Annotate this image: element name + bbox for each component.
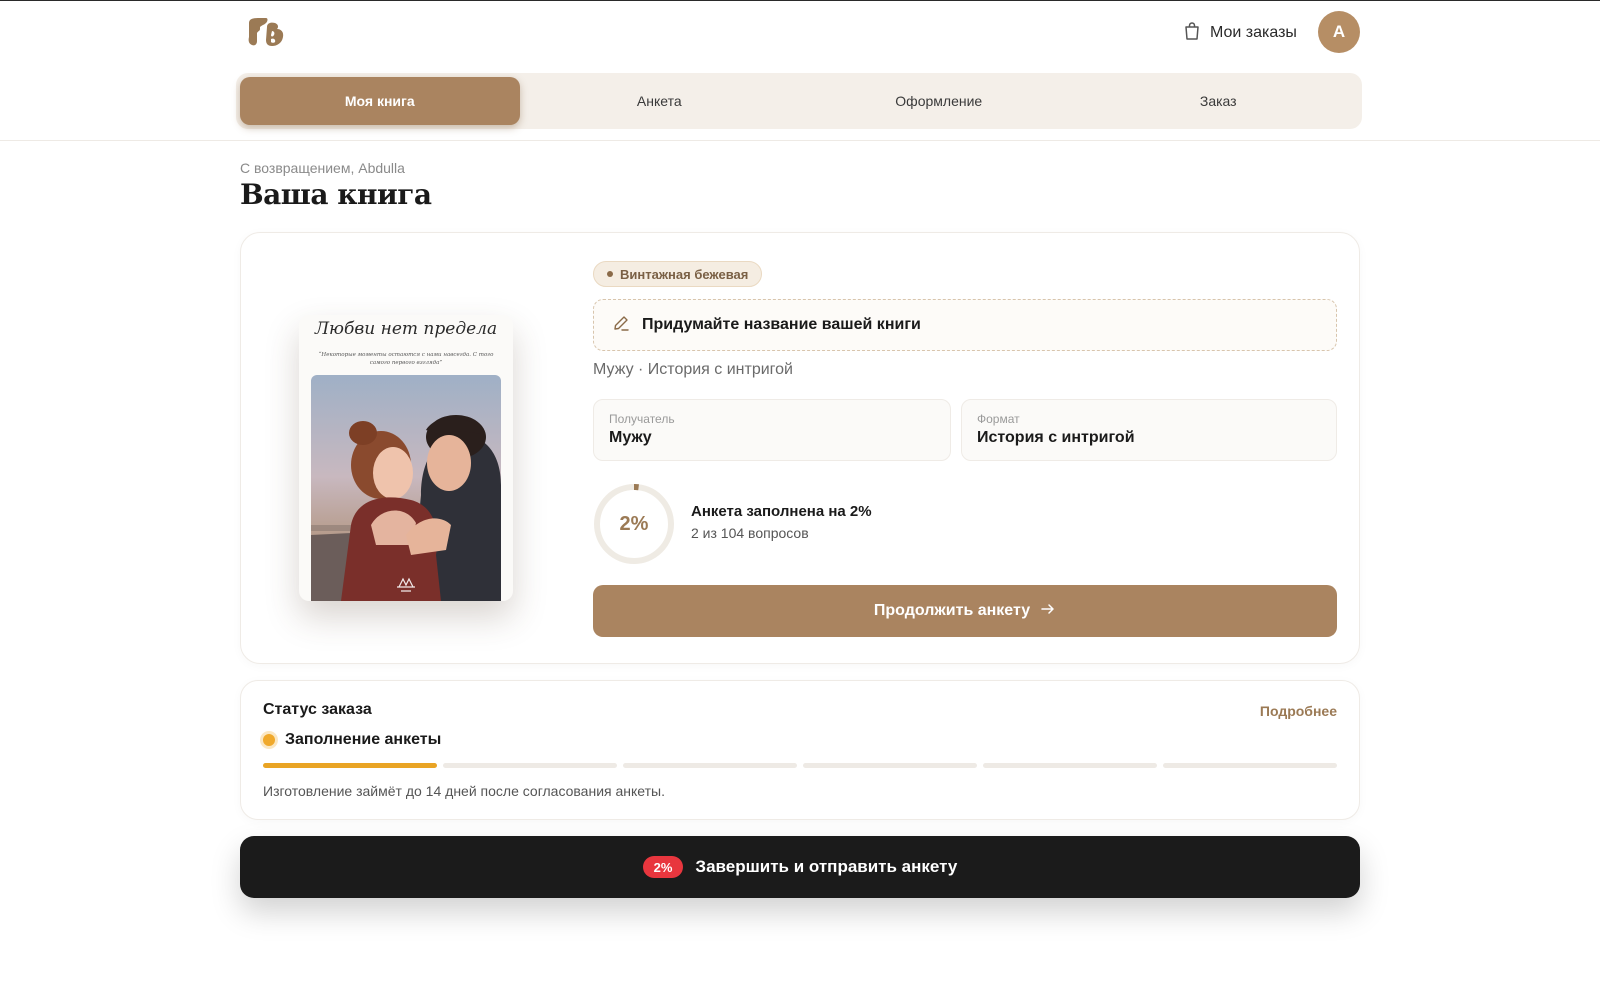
submit-questionnaire-button[interactable]: 2% Завершить и отправить анкету bbox=[240, 836, 1360, 898]
order-status-title: Статус заказа bbox=[263, 701, 372, 718]
recipient-value: Мужу bbox=[609, 429, 652, 446]
order-status-card: Статус заказа Подробнее Заполнение анкет… bbox=[240, 680, 1360, 820]
progress-ring: 2% bbox=[593, 483, 675, 565]
cover-title: Любви нет предела bbox=[314, 319, 498, 339]
greeting-text: С возвращением, Abdulla bbox=[240, 160, 405, 176]
order-progress-steps bbox=[263, 763, 1337, 768]
style-badge-label: Винтажная бежевая bbox=[620, 266, 749, 282]
progress-step bbox=[623, 763, 797, 768]
continue-questionnaire-button[interactable]: Продолжить анкету bbox=[593, 585, 1337, 637]
order-status-stage: Заполнение анкеты bbox=[263, 731, 441, 749]
completion-percent-badge: 2% bbox=[642, 856, 684, 878]
arrow-right-icon bbox=[1040, 601, 1056, 622]
recipient-label: Получатель bbox=[609, 412, 675, 426]
book-meta-text: Мужу · История с интригой bbox=[593, 361, 793, 378]
tab-my-book[interactable]: Моя книга bbox=[240, 77, 520, 125]
progress-step bbox=[983, 763, 1157, 768]
tab-questionnaire[interactable]: Анкета bbox=[520, 77, 800, 125]
my-orders-label: Мои заказы bbox=[1210, 24, 1297, 41]
style-badge: Винтажная бежевая bbox=[593, 261, 763, 287]
top-header: Мои заказы A Моя книга Анкета Оформление… bbox=[0, 1, 1600, 141]
cover-illustration bbox=[311, 375, 501, 601]
stage-dot-icon bbox=[263, 734, 275, 746]
page-title: Ваша книга bbox=[240, 178, 432, 211]
progress-step bbox=[263, 763, 437, 768]
shopping-bag-icon bbox=[1184, 21, 1200, 45]
order-status-stage-label: Заполнение анкеты bbox=[285, 731, 442, 748]
progress-step bbox=[803, 763, 977, 768]
tab-design[interactable]: Оформление bbox=[799, 77, 1079, 125]
format-label: Формат bbox=[977, 412, 1020, 426]
format-box: Формат История с интригой bbox=[961, 399, 1337, 461]
progress-ring-value: 2% bbox=[619, 512, 649, 535]
format-value: История с интригой bbox=[977, 429, 1135, 446]
progress-step bbox=[443, 763, 617, 768]
book-card: Любви нет предела “Некоторые моменты ост… bbox=[240, 232, 1360, 664]
book-cover[interactable]: Любви нет предела “Некоторые моменты ост… bbox=[299, 315, 513, 601]
user-avatar[interactable]: A bbox=[1318, 11, 1360, 53]
progress-subtitle: 2 из 104 вопросов bbox=[691, 525, 809, 541]
submit-button-label: Завершить и отправить анкету bbox=[695, 857, 958, 876]
order-status-more-link[interactable]: Подробнее bbox=[1260, 703, 1337, 719]
main-tabs: Моя книга Анкета Оформление Заказ bbox=[236, 73, 1362, 129]
progress-title: Анкета заполнена на 2% bbox=[691, 503, 872, 520]
pencil-icon bbox=[612, 314, 630, 337]
my-orders-link[interactable]: Мои заказы bbox=[1184, 21, 1297, 45]
book-title-placeholder: Придумайте название вашей книги bbox=[642, 316, 921, 333]
book-title-input[interactable]: Придумайте название вашей книги bbox=[593, 299, 1337, 351]
tab-order[interactable]: Заказ bbox=[1079, 77, 1359, 125]
progress-step bbox=[1163, 763, 1337, 768]
cover-subtitle: “Некоторые моменты остаются с нами навсе… bbox=[318, 352, 494, 366]
continue-button-label: Продолжить анкету bbox=[873, 602, 1031, 619]
brand-logo-icon[interactable] bbox=[246, 17, 288, 47]
badge-dot-icon bbox=[607, 271, 613, 277]
recipient-box: Получатель Мужу bbox=[593, 399, 951, 461]
order-status-note: Изготовление займёт до 14 дней после сог… bbox=[263, 783, 665, 799]
